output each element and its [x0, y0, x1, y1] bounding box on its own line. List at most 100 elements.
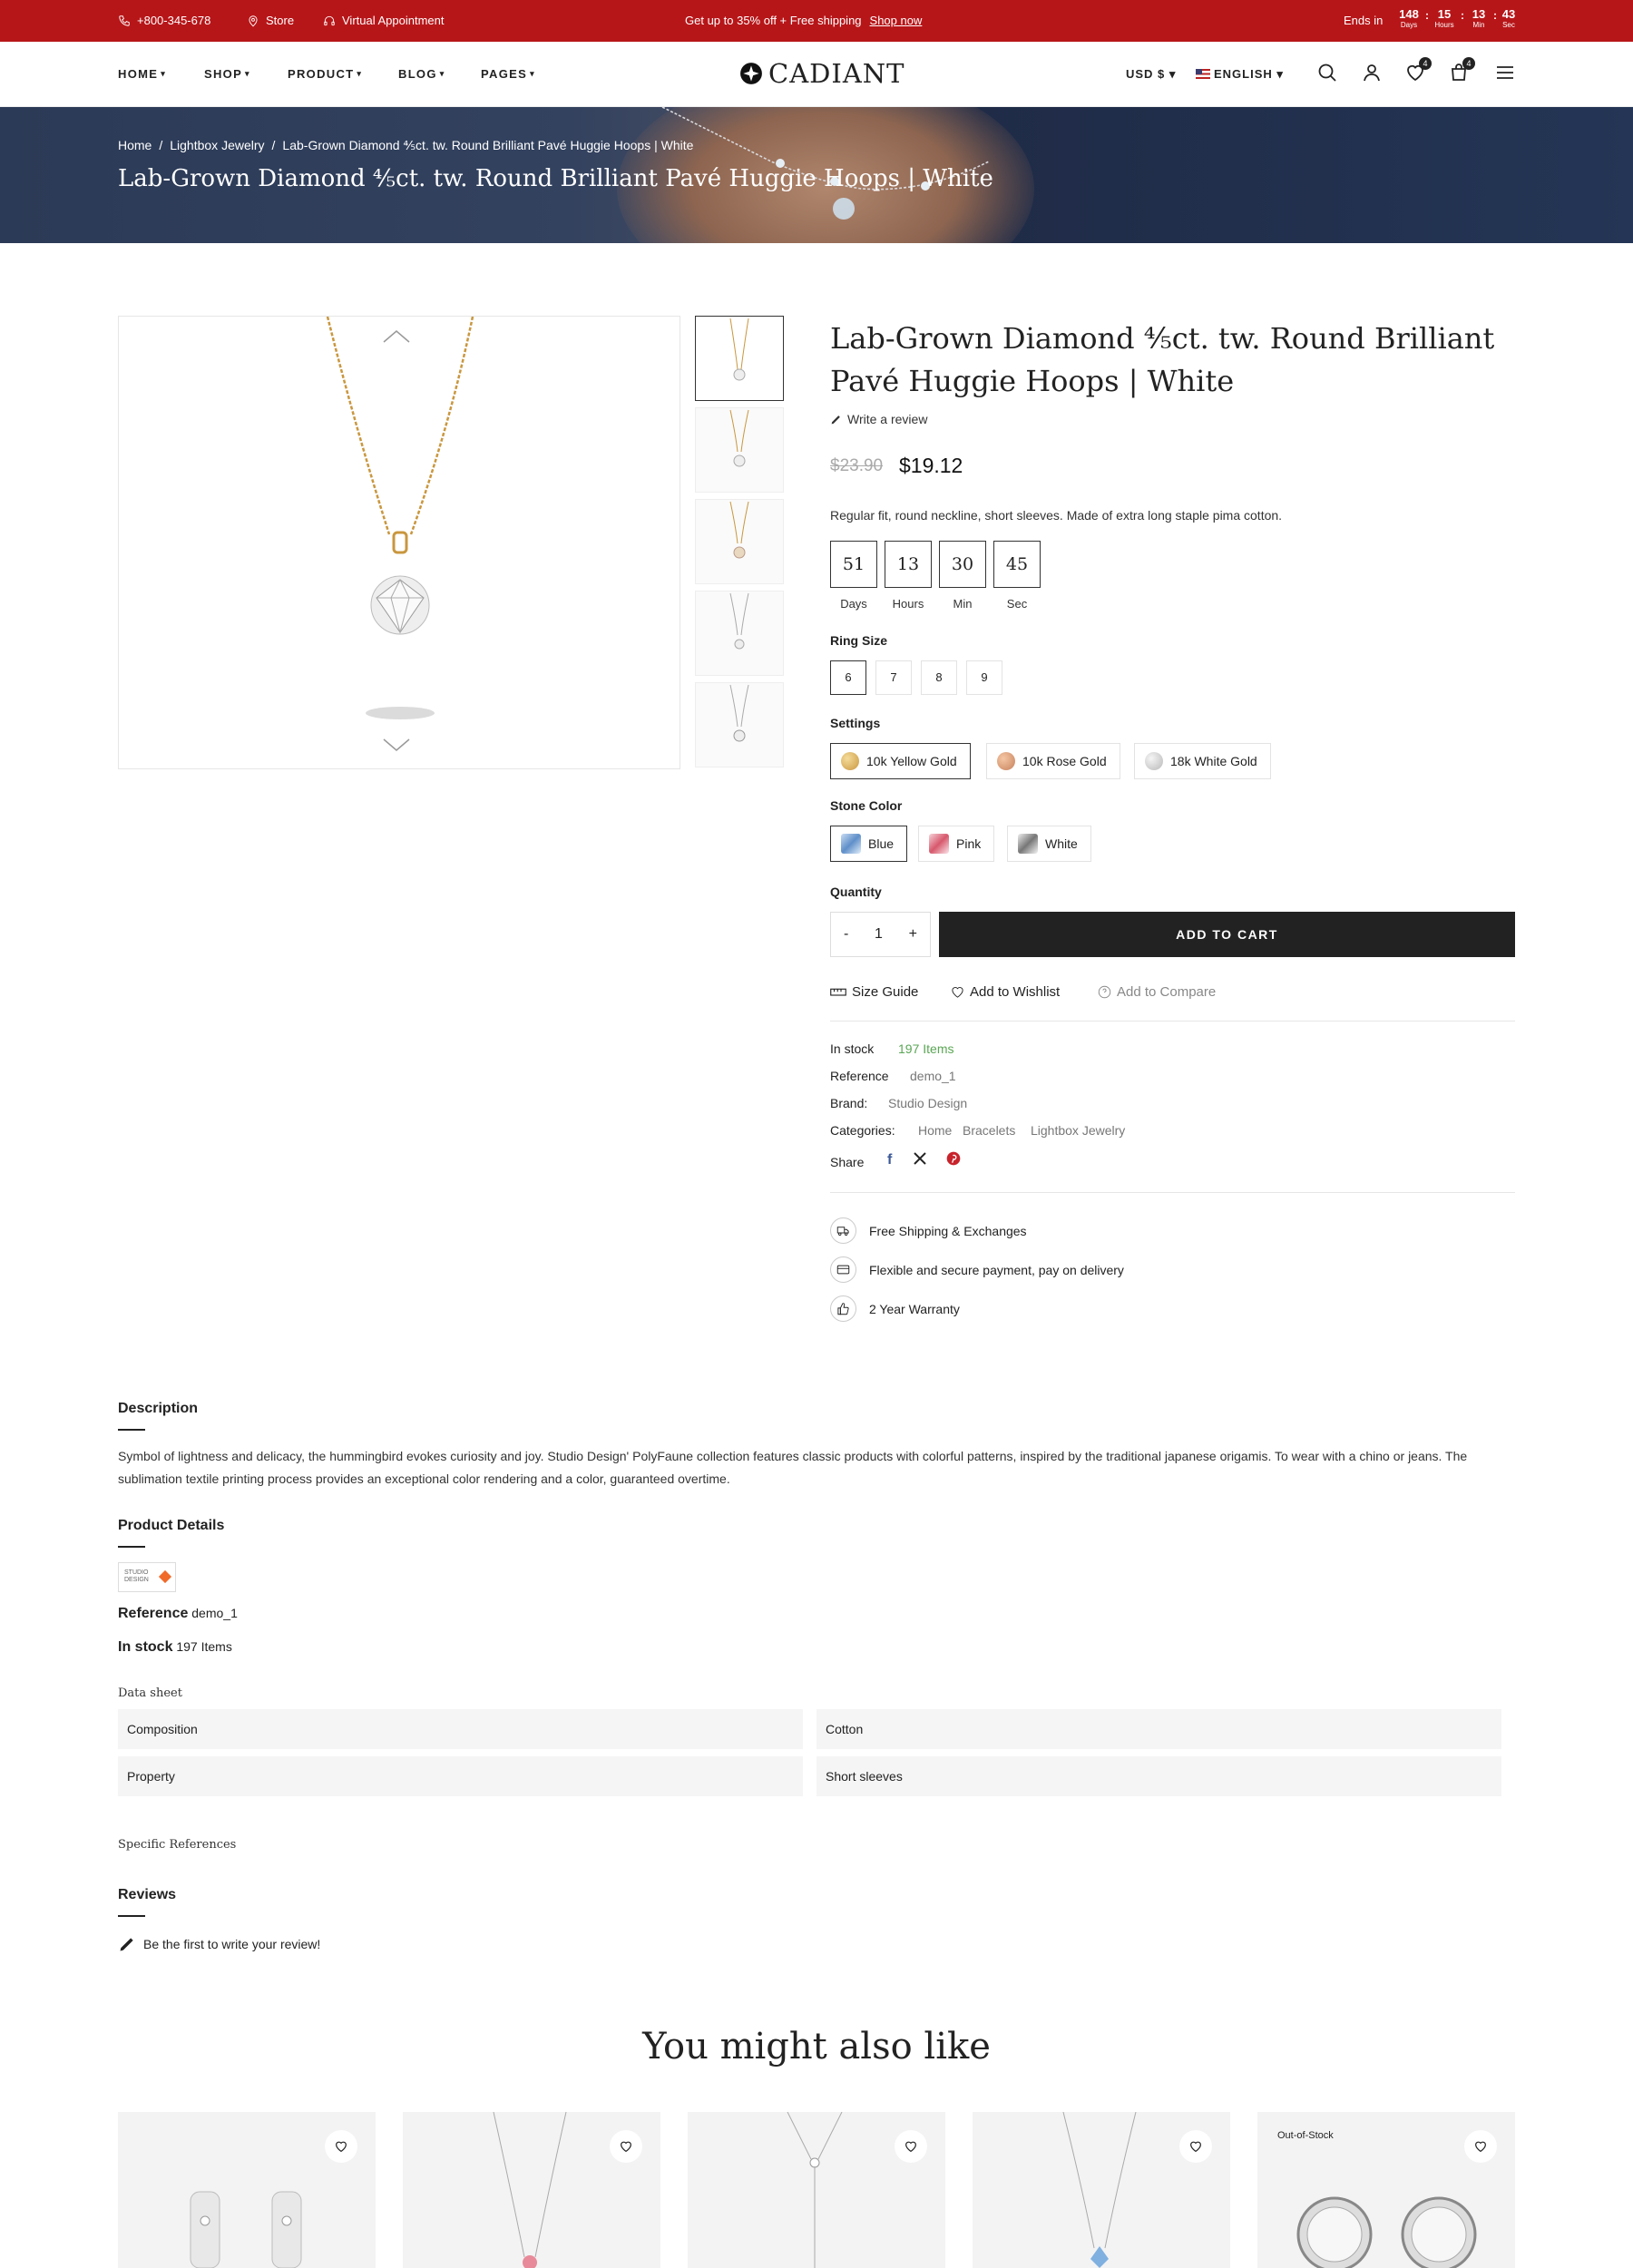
category-link-home[interactable]: Home	[918, 1123, 952, 1138]
account-button[interactable]	[1361, 62, 1383, 83]
ring-size-label: Ring Size	[830, 633, 888, 648]
stud-earrings-image	[1296, 2196, 1477, 2268]
perk-free-shipping: Free Shipping & Exchanges	[830, 1217, 1027, 1244]
nav-shop[interactable]: SHOP ▾	[204, 67, 250, 81]
thumbnail-1[interactable]	[695, 316, 784, 401]
heart-icon	[952, 987, 963, 998]
headphones-icon	[324, 15, 335, 25]
currency-selector[interactable]: USD $ ▾	[1126, 67, 1176, 82]
stone-option-blue[interactable]: Blue	[830, 826, 908, 862]
reference-row: Reference demo_1	[830, 1069, 956, 1083]
logo-mark-icon	[740, 63, 762, 84]
user-icon	[1364, 64, 1380, 82]
stone-option-pink[interactable]: Pink	[918, 826, 995, 862]
share-label: Share	[830, 1155, 865, 1169]
card-wishlist-button[interactable]	[1179, 2130, 1212, 2163]
product-card[interactable]	[403, 2112, 660, 2268]
write-first-review-link[interactable]: Be the first to write your review!	[118, 1935, 320, 1953]
x-share-icon[interactable]	[913, 1151, 927, 1170]
search-button[interactable]	[1316, 62, 1338, 83]
nav-blog[interactable]: BLOG ▾	[398, 67, 445, 81]
brand-logo[interactable]: STUDIO DESIGN	[118, 1562, 176, 1592]
appointment-link[interactable]: Virtual Appointment	[323, 14, 445, 27]
countdown-days-box: 51	[830, 541, 877, 588]
language-selector[interactable]: ENGLISH ▾	[1196, 67, 1284, 82]
card-wishlist-button[interactable]	[325, 2130, 357, 2163]
cart-count: 4	[1462, 57, 1475, 70]
category-link-bracelets[interactable]: Bracelets	[963, 1123, 1015, 1138]
breadcrumb-lightbox-jewelry[interactable]: Lightbox Jewelry	[170, 138, 264, 152]
add-to-cart-button[interactable]: ADD TO CART	[939, 912, 1515, 957]
chevron-down-icon: ▾	[245, 69, 250, 78]
site-logo[interactable]: CADIANT	[739, 58, 905, 89]
topbar-countdown-days: 148 Days	[1399, 7, 1419, 30]
cart-button[interactable]: 4	[1448, 57, 1475, 83]
setting-option-white-gold[interactable]: 18k White Gold	[1134, 743, 1271, 779]
heading-underline	[118, 1915, 145, 1917]
phone-link[interactable]: +800-345-678	[118, 14, 210, 27]
store-link[interactable]: Store	[247, 14, 294, 27]
quantity-decrease-button[interactable]: -	[844, 926, 848, 943]
out-of-stock-badge: Out-of-Stock	[1277, 2130, 1334, 2141]
ring-size-option[interactable]: 9	[966, 660, 1002, 695]
thumbnail-2[interactable]	[695, 407, 784, 493]
location-pin-icon	[249, 15, 258, 26]
countdown-sec-label: Sec	[1006, 597, 1028, 611]
product-card[interactable]	[118, 2112, 376, 2268]
product-card[interactable]: Out-of-Stock	[1257, 2112, 1515, 2268]
category-link-lightbox-jewelry[interactable]: Lightbox Jewelry	[1031, 1123, 1125, 1138]
shop-now-link[interactable]: Shop now	[870, 14, 923, 27]
brand-link[interactable]: Studio Design	[888, 1096, 967, 1110]
question-circle-icon	[1098, 985, 1111, 999]
add-to-compare-link[interactable]: Add to Compare	[1098, 984, 1216, 1000]
card-wishlist-button[interactable]	[895, 2130, 927, 2163]
product-card[interactable]	[973, 2112, 1230, 2268]
nav-pages[interactable]: PAGES ▾	[481, 67, 535, 81]
card-wishlist-button[interactable]	[1464, 2130, 1497, 2163]
nav-home[interactable]: HOME ▾	[118, 67, 166, 81]
product-main-image[interactable]	[118, 316, 680, 769]
stock-count: 197 Items	[898, 1041, 954, 1056]
card-wishlist-button[interactable]	[610, 2130, 642, 2163]
related-products-heading: You might also like	[642, 2026, 991, 2068]
hamburger-menu-icon	[1497, 66, 1513, 79]
product-details-heading: Product Details	[118, 1518, 225, 1533]
divider	[830, 1192, 1515, 1193]
heart-icon	[1475, 2141, 1486, 2153]
stone-option-white[interactable]: White	[1007, 826, 1091, 862]
ring-size-option[interactable]: 7	[875, 660, 912, 695]
heart-icon	[1190, 2141, 1201, 2153]
setting-option-yellow-gold[interactable]: 10k Yellow Gold	[830, 743, 971, 779]
nav-product[interactable]: PRODUCT ▾	[288, 67, 362, 81]
countdown-min-box: 30	[939, 541, 986, 588]
thumbnail-5[interactable]	[695, 682, 784, 767]
product-title: Lab-Grown Diamond ⅘ct. tw. Round Brillia…	[830, 321, 1495, 398]
menu-button[interactable]	[1494, 62, 1516, 83]
gallery-next-button[interactable]	[382, 736, 418, 758]
breadcrumb-home[interactable]: Home	[118, 138, 152, 152]
countdown-days-label: Days	[840, 597, 867, 611]
ends-in-label: Ends in	[1344, 14, 1384, 27]
thumbnail-3[interactable]	[695, 499, 784, 584]
topbar-countdown-min: 13 Min	[1472, 7, 1486, 30]
short-description: Regular fit, round neckline, short sleev…	[830, 508, 1283, 523]
chevron-down-icon: ▾	[439, 69, 445, 78]
quantity-input[interactable]: 1	[875, 926, 883, 943]
thumbnail-4[interactable]	[695, 591, 784, 676]
add-to-wishlist-link[interactable]: Add to Wishlist	[951, 984, 1060, 1000]
write-review-link[interactable]: Write a review	[830, 412, 927, 426]
ring-size-option[interactable]: 8	[921, 660, 957, 695]
credit-card-icon	[830, 1256, 856, 1283]
quantity-increase-button[interactable]: +	[909, 926, 917, 943]
pinterest-share-icon[interactable]	[946, 1151, 961, 1170]
setting-option-rose-gold[interactable]: 10k Rose Gold	[986, 743, 1120, 779]
perk-secure-payment: Flexible and secure payment, pay on deli…	[830, 1256, 1124, 1283]
facebook-share-icon[interactable]: f	[887, 1152, 892, 1168]
wishlist-button[interactable]: 4	[1404, 57, 1432, 83]
phone-icon	[119, 15, 130, 26]
size-guide-link[interactable]: Size Guide	[830, 984, 918, 1000]
pink-gem-swatch-icon	[929, 834, 949, 854]
product-card[interactable]	[688, 2112, 945, 2268]
details-reference: Reference demo_1	[118, 1606, 238, 1621]
ring-size-option[interactable]: 6	[830, 660, 866, 695]
